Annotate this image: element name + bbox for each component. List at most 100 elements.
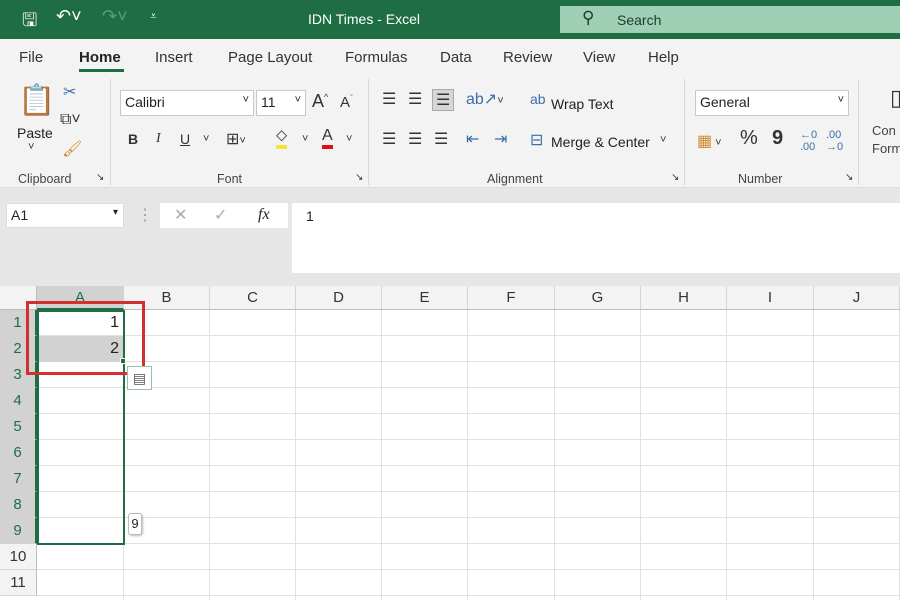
- paste-icon[interactable]: 📋: [18, 83, 55, 118]
- column-header-I[interactable]: I: [727, 286, 814, 310]
- increase-indent-icon[interactable]: ⇥: [494, 129, 507, 149]
- copy-icon[interactable]: ⧉˅: [60, 111, 81, 129]
- auto-fill-options-icon[interactable]: ▤: [127, 366, 152, 390]
- chevron-down-icon: ˅: [837, 94, 844, 106]
- row-gridline: [37, 595, 900, 596]
- accounting-format-icon[interactable]: ▦ ˅: [697, 131, 722, 151]
- cut-icon[interactable]: ✂: [63, 82, 76, 102]
- align-left-icon[interactable]: ☰: [382, 129, 396, 149]
- row-header-10[interactable]: 10: [0, 544, 37, 570]
- row-header-5[interactable]: 5: [0, 414, 37, 440]
- tab-view[interactable]: View: [583, 49, 615, 66]
- merge-center-button[interactable]: Merge & Center: [551, 134, 650, 150]
- column-header-F[interactable]: F: [468, 286, 555, 310]
- tab-data[interactable]: Data: [440, 49, 472, 66]
- increase-decimal-icon[interactable]: ←0.00: [800, 129, 817, 153]
- row-header-9[interactable]: 9: [0, 518, 37, 544]
- row-gridline: [37, 387, 900, 388]
- comma-style-button[interactable]: 9: [772, 127, 783, 150]
- decrease-indent-icon[interactable]: ⇤: [466, 129, 479, 149]
- formula-input[interactable]: 1: [292, 203, 900, 273]
- conditional-formatting-icon[interactable]: ▯: [890, 85, 900, 111]
- column-header-G[interactable]: G: [555, 286, 641, 310]
- row-header-7[interactable]: 7: [0, 466, 37, 492]
- format-painter-icon[interactable]: 🖌: [62, 139, 82, 159]
- formula-buttons: ✕ ✓ fx: [160, 203, 288, 228]
- decrease-font-size-icon[interactable]: Aˇ: [340, 93, 353, 111]
- top-align-icon[interactable]: ☰: [382, 89, 396, 109]
- column-header-C[interactable]: C: [210, 286, 296, 310]
- tab-help[interactable]: Help: [648, 49, 679, 66]
- fill-color-icon[interactable]: ⬦: [276, 127, 288, 149]
- redo-icon[interactable]: ↷˅: [102, 6, 128, 27]
- font-name-select[interactable]: Calibri ˅: [120, 90, 254, 116]
- tab-page-layout[interactable]: Page Layout: [228, 49, 312, 66]
- formula-bar: A1 ▾ ⋮ ✕ ✓ fx 1: [0, 200, 900, 286]
- name-box[interactable]: A1 ▾: [6, 203, 124, 228]
- borders-icon[interactable]: ⊞˅: [226, 129, 246, 149]
- row-gridline: [37, 335, 900, 336]
- row-header-11[interactable]: 11: [0, 570, 37, 596]
- name-box-value: A1: [11, 207, 29, 223]
- bottom-align-icon[interactable]: ☰: [432, 89, 455, 111]
- paste-dropdown-icon[interactable]: ˅: [28, 141, 34, 153]
- underline-button[interactable]: U: [180, 131, 190, 147]
- search-box[interactable]: ⚲ Search: [560, 6, 900, 33]
- number-group-label: Number: [738, 172, 783, 186]
- enter-icon[interactable]: ✓: [214, 205, 227, 225]
- tab-file[interactable]: File: [19, 49, 43, 66]
- paste-button[interactable]: Paste: [17, 125, 53, 141]
- search-placeholder: Search: [617, 12, 662, 28]
- undo-icon[interactable]: ↶˅: [56, 6, 82, 27]
- wrap-text-button[interactable]: Wrap Text: [551, 96, 614, 112]
- row-gridline: [37, 491, 900, 492]
- insert-function-button[interactable]: fx: [258, 206, 270, 224]
- bold-button[interactable]: B: [128, 131, 138, 147]
- fill-color-dropdown-icon[interactable]: ˅: [302, 133, 308, 145]
- row-header-6[interactable]: 6: [0, 440, 37, 466]
- orientation-icon[interactable]: ab↗˅: [466, 89, 504, 109]
- column-header-J[interactable]: J: [814, 286, 900, 310]
- row-header-4[interactable]: 4: [0, 388, 37, 414]
- clipboard-launcher-icon[interactable]: ↘: [96, 172, 104, 183]
- merge-dropdown-icon[interactable]: ˅: [660, 134, 666, 146]
- column-header-E[interactable]: E: [382, 286, 468, 310]
- column-gridline: [467, 310, 468, 600]
- font-color-button[interactable]: A: [322, 127, 333, 149]
- italic-button[interactable]: I: [156, 131, 161, 147]
- tab-insert[interactable]: Insert: [155, 49, 193, 66]
- tab-review[interactable]: Review: [503, 49, 552, 66]
- percent-style-button[interactable]: %: [740, 127, 758, 150]
- underline-dropdown-icon[interactable]: ˅: [203, 133, 209, 145]
- row-gridline: [37, 439, 900, 440]
- clipboard-group-label: Clipboard: [18, 172, 72, 186]
- increase-font-size-icon[interactable]: A^: [312, 91, 328, 112]
- middle-align-icon[interactable]: ☰: [408, 89, 422, 109]
- row-header-8[interactable]: 8: [0, 492, 37, 518]
- column-gridline: [381, 310, 382, 600]
- column-header-D[interactable]: D: [296, 286, 382, 310]
- tab-formulas[interactable]: Formulas: [345, 49, 408, 66]
- active-tab-indicator: [79, 69, 124, 72]
- tab-home[interactable]: Home: [79, 49, 121, 66]
- font-launcher-icon[interactable]: ↘: [355, 172, 363, 183]
- save-icon[interactable]: 🖫: [22, 8, 37, 38]
- cancel-icon[interactable]: ✕: [174, 205, 187, 225]
- alignment-launcher-icon[interactable]: ↘: [671, 172, 679, 183]
- wrap-text-icon[interactable]: ab: [530, 91, 546, 107]
- number-launcher-icon[interactable]: ↘: [845, 172, 853, 183]
- chevron-down-icon: ˅: [242, 94, 249, 106]
- column-header-H[interactable]: H: [641, 286, 727, 310]
- font-color-dropdown-icon[interactable]: ˅: [346, 133, 352, 145]
- decrease-decimal-icon[interactable]: .00 →0: [826, 129, 843, 153]
- customize-toolbar-icon[interactable]: ⩡: [150, 9, 157, 24]
- align-center-icon[interactable]: ☰: [408, 129, 422, 149]
- column-gridline: [295, 310, 296, 600]
- merge-center-icon[interactable]: ⊟: [530, 130, 543, 150]
- align-right-icon[interactable]: ☰: [434, 129, 448, 149]
- font-size-select[interactable]: 11 ˅: [256, 90, 306, 116]
- window-title: IDN Times - Excel: [308, 11, 421, 27]
- number-format-select[interactable]: General ˅: [695, 90, 849, 116]
- conditional-formatting-button[interactable]: Con Form: [872, 122, 900, 158]
- row-gridline: [37, 465, 900, 466]
